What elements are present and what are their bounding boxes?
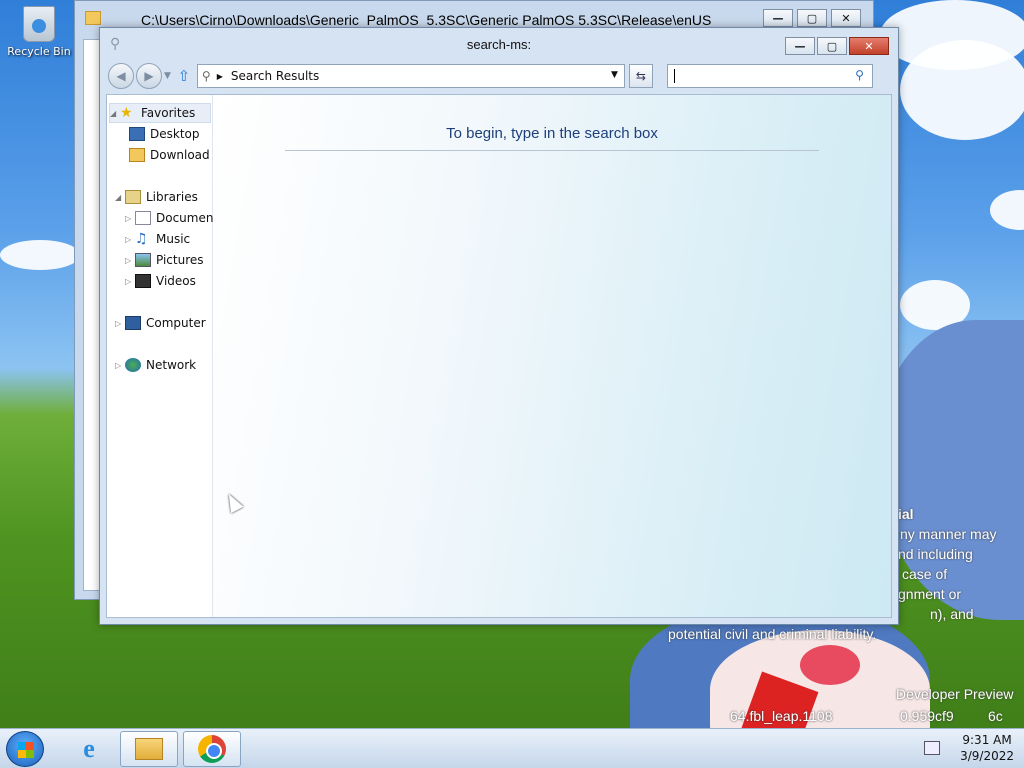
watermark-line: Developer Preview [896, 686, 1014, 702]
watermark-line: nd including [898, 546, 973, 562]
nav-music[interactable]: ▷ ♫ Music [125, 229, 190, 249]
watermark-line: 64.fbl_leap.1108 [730, 708, 833, 724]
taskbar-file-explorer[interactable] [120, 731, 178, 767]
music-icon: ♫ [135, 231, 148, 247]
close-button[interactable]: ✕ [849, 37, 889, 55]
nav-label: Download [150, 148, 210, 162]
search-icon[interactable]: ⚲ [855, 68, 864, 82]
nav-label: Documen [156, 211, 214, 225]
pictures-icon [135, 253, 151, 267]
nav-videos[interactable]: ▷ Videos [125, 271, 196, 291]
search-input[interactable]: ⚲ [666, 64, 873, 88]
cloud [990, 190, 1024, 230]
star-icon: ★ [120, 105, 133, 121]
watermark-line: n), and [930, 606, 974, 622]
window-title: search-ms: [466, 37, 532, 52]
nav-label: Music [156, 232, 191, 246]
internet-explorer-icon: e [83, 734, 95, 763]
address-bar[interactable]: ⚲ ▶ Search Results ▼ [196, 64, 625, 88]
expand-triangle-icon[interactable]: ▷ [115, 361, 125, 370]
downloads-icon [129, 148, 145, 162]
watermark-line: ny manner may [900, 526, 997, 542]
navigation-pane[interactable]: ◢ ★ Favorites Desktop Download ◢ Librari… [107, 95, 213, 617]
search-window[interactable]: ⚲ search-ms: — ▢ ✕ ◀ ▶ ▼ ⇧ ⚲ ▶ Search Re… [99, 27, 899, 625]
folder-icon [85, 11, 101, 25]
refresh-icon[interactable]: ⇆ [628, 64, 653, 88]
system-tray: 9:31 AM 3/9/2022 [924, 732, 1014, 764]
title-bar[interactable]: ⚲ search-ms: — ▢ ✕ [100, 28, 898, 61]
nav-label: Computer [146, 316, 206, 330]
nav-favorites[interactable]: ◢ ★ Favorites [109, 103, 211, 123]
computer-icon [125, 316, 141, 330]
up-arrow-icon[interactable]: ⇧ [175, 67, 193, 85]
start-button[interactable] [6, 731, 44, 767]
collapse-triangle-icon[interactable]: ◢ [110, 109, 120, 118]
divider [285, 150, 819, 151]
nav-computer[interactable]: ▷ Computer [115, 313, 206, 333]
expand-triangle-icon[interactable]: ▷ [125, 214, 135, 223]
cloud [0, 240, 80, 270]
nav-libraries[interactable]: ◢ Libraries [115, 187, 198, 207]
breadcrumb-search-results[interactable]: Search Results [231, 69, 319, 83]
background-close-button[interactable]: ✕ [831, 9, 861, 27]
text-caret [673, 69, 675, 83]
background-minimize-button[interactable]: — [763, 9, 793, 27]
magnifier-icon: ⚲ [201, 69, 211, 83]
minimize-button[interactable]: — [785, 37, 815, 55]
expand-triangle-icon[interactable]: ▷ [125, 277, 135, 286]
clock[interactable]: 9:31 AM 3/9/2022 [960, 732, 1014, 764]
videos-icon [135, 274, 151, 288]
clock-time: 9:31 AM [962, 733, 1012, 747]
content-area: ◢ ★ Favorites Desktop Download ◢ Librari… [106, 94, 892, 618]
watermark-line: ial [898, 506, 914, 522]
maximize-button[interactable]: ▢ [817, 37, 847, 55]
forward-arrow-icon[interactable]: ▶ [136, 63, 162, 89]
windows-logo-icon [18, 742, 34, 758]
taskbar-internet-explorer[interactable]: e [60, 731, 118, 767]
nav-label: Videos [156, 274, 196, 288]
nav-label: Libraries [146, 190, 198, 204]
nav-label: Network [146, 358, 197, 372]
watermark-line: potential civil and criminal liability. [668, 626, 877, 642]
recycle-bin-shortcut[interactable]: Recycle Bin [6, 6, 72, 58]
address-dropdown-icon[interactable]: ▼ [611, 70, 618, 80]
watermark-line: 6c [988, 708, 1003, 724]
nav-pictures[interactable]: ▷ Pictures [125, 250, 204, 270]
network-icon [125, 358, 141, 372]
libraries-icon [125, 190, 141, 204]
clock-date: 3/9/2022 [960, 749, 1014, 763]
nav-documents[interactable]: ▷ Documen [125, 208, 213, 228]
watermark-line: gnment or [898, 586, 962, 602]
back-arrow-icon[interactable]: ◀ [108, 63, 134, 89]
background-maximize-button[interactable]: ▢ [797, 9, 827, 27]
taskbar: e 9:31 AM 3/9/2022 [0, 728, 1024, 768]
cloud [900, 40, 1024, 140]
desktop-icon [129, 127, 145, 141]
nav-desktop[interactable]: Desktop [129, 124, 200, 144]
empty-search-hint: To begin, type in the search box [446, 125, 658, 142]
file-explorer-icon [135, 738, 163, 760]
breadcrumb-arrow-icon[interactable]: ▶ [217, 72, 223, 81]
chrome-icon [198, 735, 226, 763]
recent-pages-dropdown-icon[interactable]: ▼ [164, 71, 171, 81]
nav-label: Desktop [150, 127, 200, 141]
nav-label: Favorites [141, 106, 196, 120]
nav-label: Pictures [156, 253, 204, 267]
recycle-bin-icon [23, 6, 55, 42]
expand-triangle-icon[interactable]: ▷ [115, 319, 125, 328]
nav-downloads[interactable]: Download [129, 145, 210, 165]
watermark-line: 0.959cf9 [900, 708, 954, 724]
background-window-title: C:\Users\Cirno\Downloads\Generic_PalmOS_… [141, 12, 712, 28]
results-pane[interactable]: To begin, type in the search box [213, 95, 891, 617]
expand-triangle-icon[interactable]: ▷ [125, 235, 135, 244]
watermark-line: case of [902, 566, 948, 582]
taskbar-chrome[interactable] [183, 731, 241, 767]
recycle-bin-label: Recycle Bin [7, 45, 71, 58]
navigation-bar: ◀ ▶ ▼ ⇧ ⚲ ▶ Search Results ▼ ⇆ ⚲ [108, 61, 890, 91]
expand-triangle-icon[interactable]: ▷ [125, 256, 135, 265]
action-center-icon[interactable] [924, 741, 941, 755]
documents-icon [135, 211, 151, 225]
collapse-triangle-icon[interactable]: ◢ [115, 193, 125, 202]
nav-network[interactable]: ▷ Network [115, 355, 196, 375]
